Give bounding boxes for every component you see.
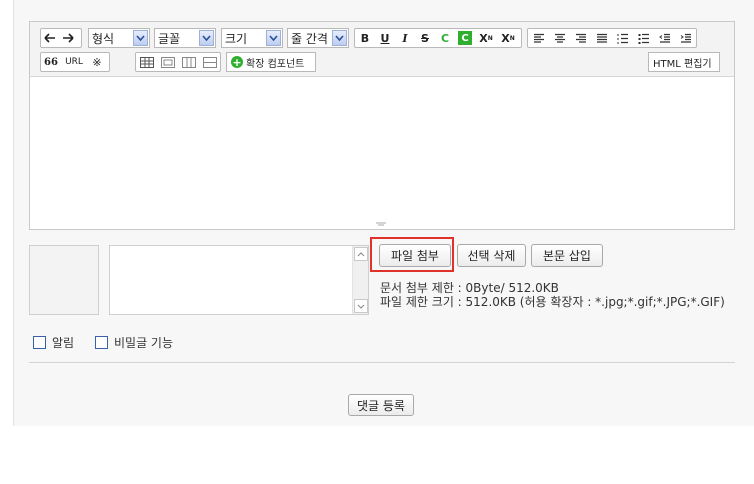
font-select[interactable]: 글꼴 — [154, 28, 216, 48]
indent-icon[interactable] — [675, 29, 696, 47]
delete-selected-button[interactable]: 선택 삭제 — [457, 244, 526, 267]
lineheight-select[interactable]: 줄 간격 — [287, 28, 349, 48]
secret-checkbox[interactable] — [95, 336, 108, 349]
editor-content-area[interactable] — [30, 78, 734, 229]
redo-icon[interactable] — [59, 29, 77, 47]
merge-cells-icon[interactable] — [178, 53, 199, 71]
bg-color-label: C — [458, 31, 472, 45]
alignment-group — [527, 28, 697, 48]
chevron-down-icon — [332, 30, 347, 46]
notify-option[interactable]: 알림 — [33, 334, 74, 351]
editor-toolbar: 형식 글꼴 크기 줄 간격 B U I S C C XN XN 66 URL ※… — [30, 22, 734, 77]
secret-option[interactable]: 비밀글 기능 — [95, 334, 173, 351]
attachment-preview — [29, 245, 99, 315]
font-select-value: 글꼴 — [158, 31, 181, 46]
underline-button[interactable]: U — [375, 29, 395, 47]
table-icon[interactable] — [136, 53, 157, 71]
submit-comment-button[interactable]: 댓글 등록 — [348, 394, 414, 416]
ordered-list-icon[interactable] — [612, 29, 633, 47]
insert-group: 66 URL ※ — [40, 52, 110, 72]
format-select-value: 형식 — [92, 31, 115, 46]
special-char-button[interactable]: ※ — [87, 53, 107, 71]
cell-icon[interactable] — [157, 53, 178, 71]
strike-button[interactable]: S — [415, 29, 435, 47]
text-style-group: B U I S C C XN XN — [354, 28, 522, 48]
italic-button[interactable]: I — [395, 29, 415, 47]
extension-component-label: 확장 컴포넌트 — [246, 58, 305, 70]
undo-icon[interactable] — [41, 29, 59, 47]
align-left-icon[interactable] — [528, 29, 549, 47]
url-button[interactable]: URL — [61, 53, 87, 71]
notify-label: 알림 — [52, 336, 75, 350]
quote-icon[interactable]: 66 — [41, 53, 61, 71]
attach-file-highlight — [370, 237, 454, 272]
bg-color-button[interactable]: C — [455, 29, 475, 47]
lineheight-select-value: 줄 간격 — [291, 31, 328, 46]
align-right-icon[interactable] — [570, 29, 591, 47]
superscript-label: X — [479, 31, 488, 45]
chevron-down-icon — [266, 30, 281, 46]
size-select-value: 크기 — [225, 31, 248, 46]
resize-grip-icon[interactable] — [376, 222, 386, 227]
plus-icon: + — [231, 55, 243, 69]
align-justify-icon[interactable] — [591, 29, 612, 47]
rich-text-editor: 형식 글꼴 크기 줄 간격 B U I S C C XN XN 66 URL ※… — [29, 21, 735, 230]
divider — [29, 362, 735, 363]
scroll-down-icon[interactable] — [354, 299, 368, 313]
format-select[interactable]: 형식 — [88, 28, 150, 48]
align-center-icon[interactable] — [549, 29, 570, 47]
font-color-button[interactable]: C — [435, 29, 455, 47]
attachment-file-list[interactable] — [109, 245, 369, 315]
notify-checkbox[interactable] — [33, 336, 46, 349]
outdent-icon[interactable] — [654, 29, 675, 47]
size-select[interactable]: 크기 — [221, 28, 283, 48]
extension-component-button[interactable]: + 확장 컴포넌트 — [226, 52, 316, 72]
bold-button[interactable]: B — [355, 29, 375, 47]
subscript-label: X — [501, 31, 510, 45]
undo-redo-group — [40, 28, 82, 48]
chevron-down-icon — [199, 30, 214, 46]
file-list-scrollbar[interactable] — [352, 246, 368, 314]
secret-label: 비밀글 기능 — [114, 336, 174, 350]
scroll-up-icon[interactable] — [354, 247, 368, 261]
split-cells-icon[interactable] — [199, 53, 220, 71]
superscript-button[interactable]: XN — [475, 29, 497, 47]
html-editor-button[interactable]: HTML 편집기 — [648, 52, 720, 72]
html-editor-label: HTML 편집기 — [653, 58, 712, 70]
chevron-down-icon — [133, 30, 148, 46]
subscript-button[interactable]: XN — [497, 29, 519, 47]
table-group — [135, 52, 221, 72]
unordered-list-icon[interactable] — [633, 29, 654, 47]
file-limit-text: 파일 제한 크기 : 512.0KB (허용 확장자 : *.jpg;*.gif… — [380, 295, 725, 309]
insert-body-button[interactable]: 본문 삽입 — [531, 244, 603, 267]
